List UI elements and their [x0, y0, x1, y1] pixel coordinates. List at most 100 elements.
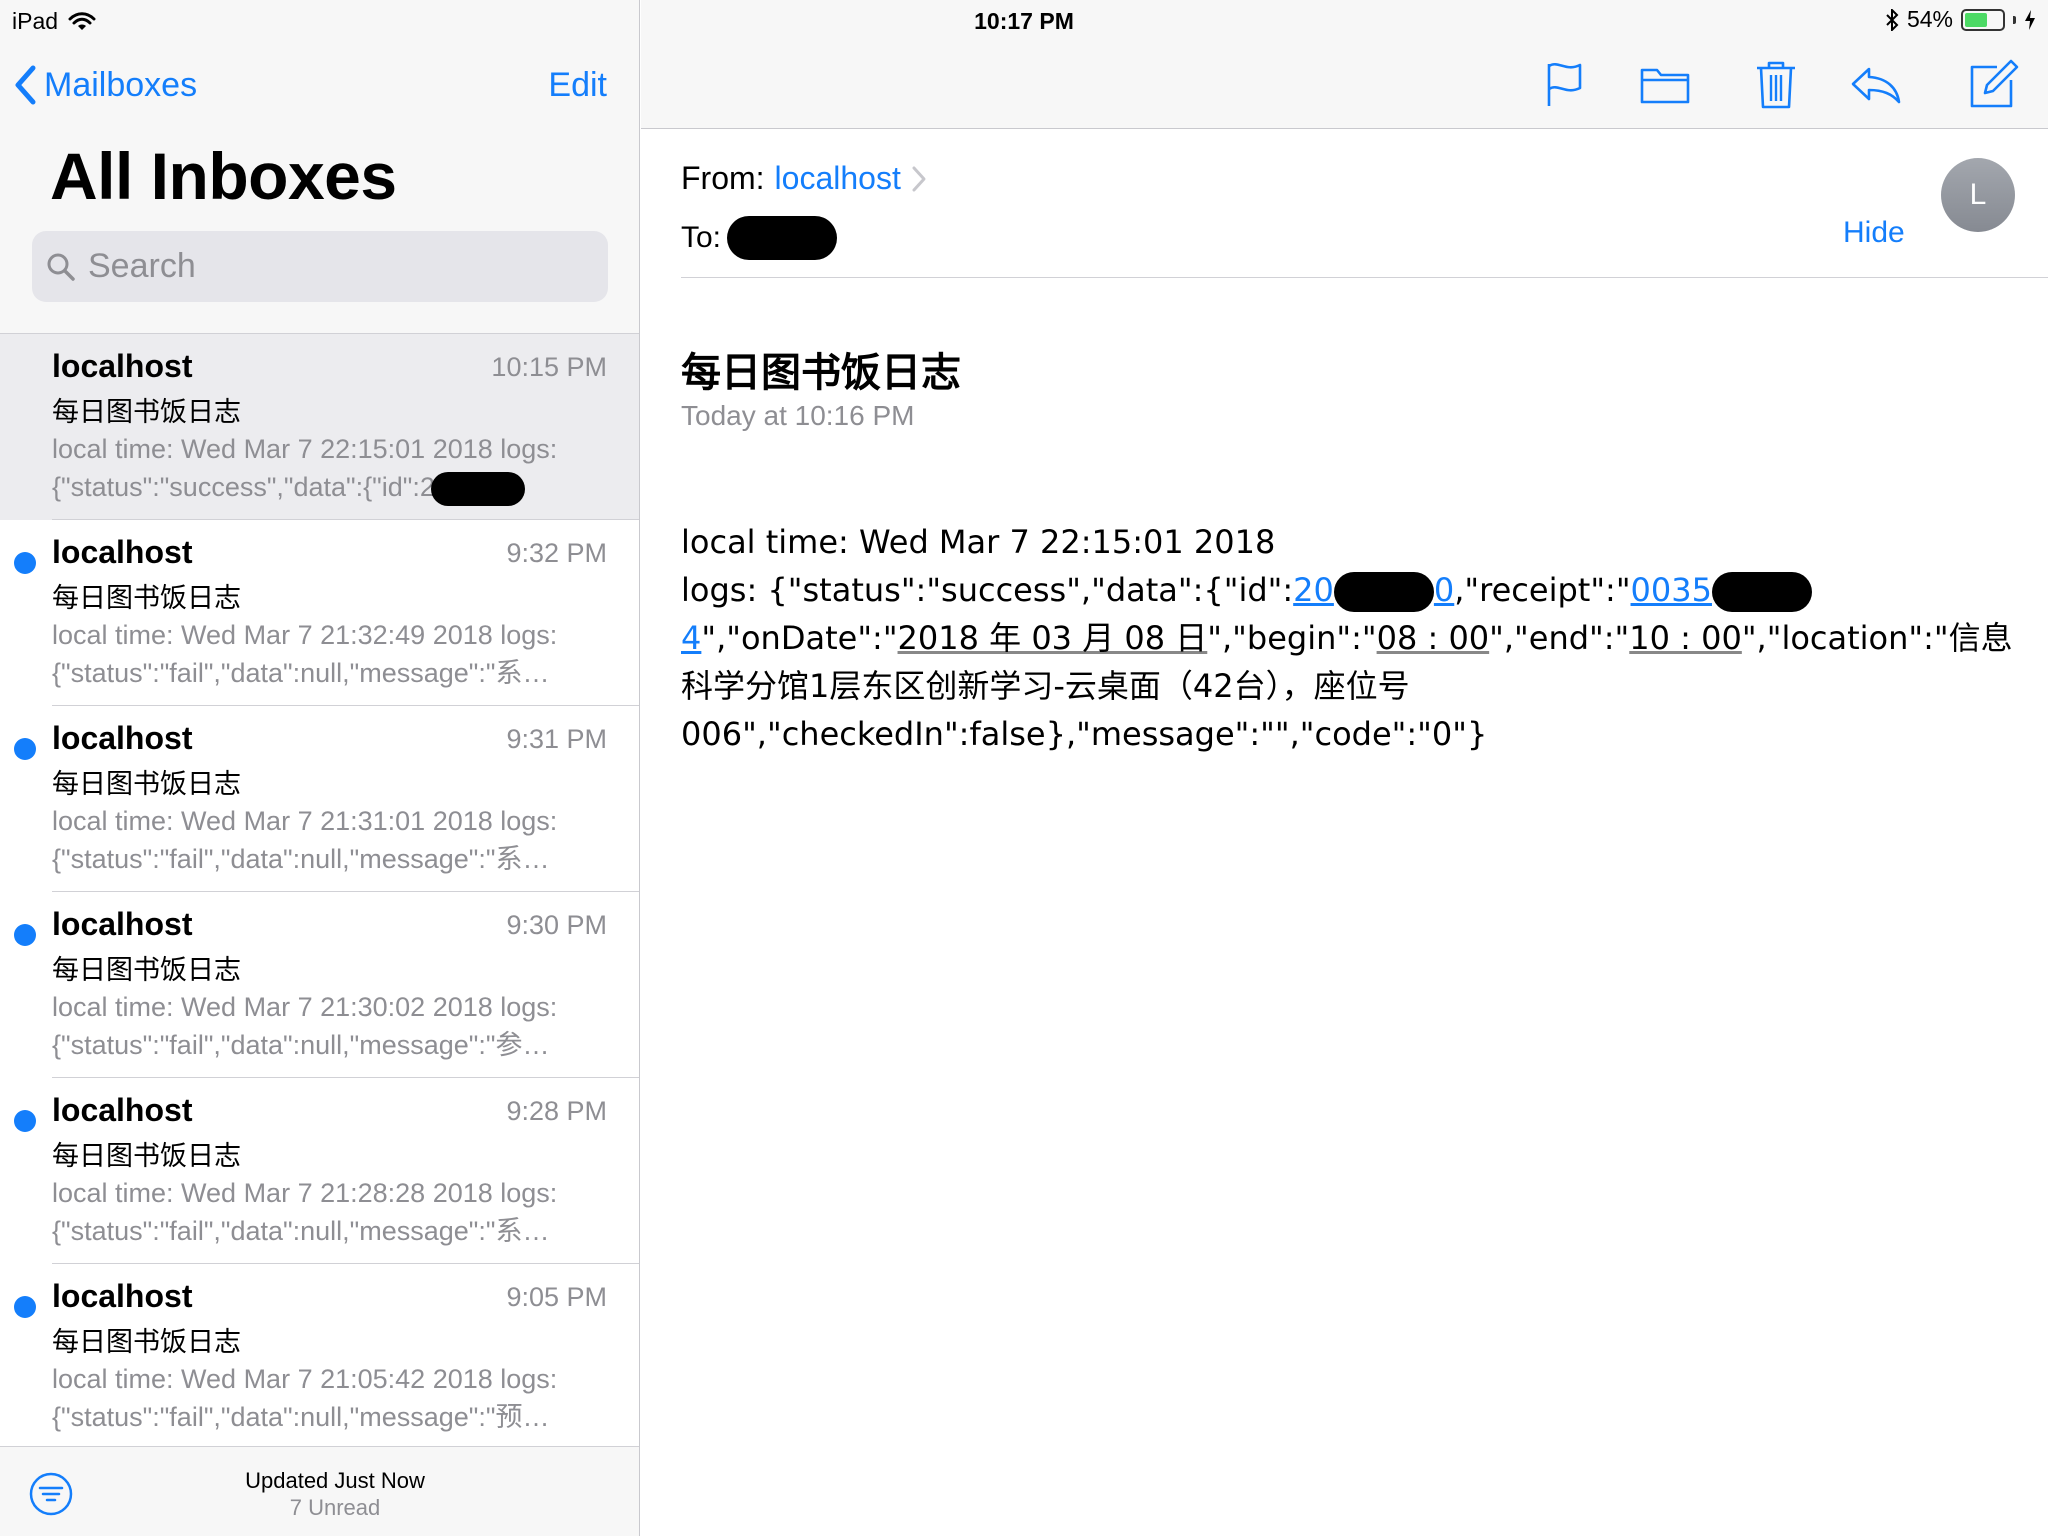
receipt-link-tail[interactable]: 4 — [681, 619, 701, 657]
status-bar: iPad 10:17 PM 54% — [0, 0, 2048, 42]
message-time: 9:30 PM — [506, 910, 607, 940]
redacted-receipt — [1711, 572, 1812, 612]
status-right: 54% — [1885, 6, 2036, 33]
message-time: 9:05 PM — [506, 1282, 607, 1312]
message-list: localhost 10:15 PM 每日图书饭日志 local time: Wed … — [0, 334, 639, 1450]
reply-icon — [1851, 67, 1901, 104]
ondate-value[interactable]: 2018 年 03 月 08 日 — [898, 619, 1208, 657]
preview-line: {"status":"fail","data":null,"message":"… — [52, 1026, 607, 1064]
footer-status: Updated Just Now 7 Unread — [0, 1467, 670, 1521]
list-item[interactable]: localhost 9:31 PM 每日图书饭日志 local time: Wed M… — [0, 706, 639, 892]
body-logs: logs: {"status":"success","data":{"id":2… — [681, 566, 2031, 758]
message-preview: local time: Wed Mar 7 21:05:42 2018 logs… — [52, 1360, 607, 1436]
message-time: 9:28 PM — [506, 1096, 607, 1126]
redacted-id — [1333, 572, 1434, 612]
flag-button[interactable] — [1536, 56, 1592, 112]
preview-line: local time: Wed Mar 7 21:30:02 2018 logs… — [52, 992, 558, 1022]
reply-button[interactable] — [1847, 56, 1903, 112]
from-label: From: — [681, 160, 765, 196]
move-to-folder-button[interactable] — [1637, 56, 1693, 112]
body-line-local-time: local time: Wed Mar 7 22:15:01 2018 — [681, 523, 1276, 561]
unread-indicator — [14, 1296, 36, 1318]
folder-icon — [1640, 68, 1690, 104]
redacted-id — [430, 471, 525, 506]
unread-indicator — [14, 1110, 36, 1132]
back-label: Mailboxes — [44, 65, 198, 104]
message-preview: local time: Wed Mar 7 21:32:49 2018 logs… — [52, 616, 607, 692]
message-time: 9:32 PM — [506, 538, 607, 568]
message-preview: local time: Wed Mar 7 21:28:28 2018 logs… — [52, 1174, 607, 1250]
message-preview: local time: Wed Mar 7 21:30:02 2018 logs… — [52, 988, 607, 1064]
preview-text: {"status":"success","data":{"id":2 — [52, 472, 435, 502]
list-item[interactable]: localhost 10:15 PM 每日图书饭日志 local time: Wed … — [0, 334, 639, 520]
message-body: local time: Wed Mar 7 22:15:01 2018 logs… — [681, 518, 2031, 758]
mailbox-list-pane: Mailboxes Edit All Inboxes localhost 10:1… — [0, 0, 640, 1536]
list-header: Mailboxes Edit All Inboxes — [0, 0, 639, 334]
updated-status: Updated Just Now — [245, 1468, 425, 1493]
unread-indicator — [14, 738, 36, 760]
id-link[interactable]: 20 — [1293, 571, 1334, 609]
page-title: All Inboxes — [50, 139, 397, 213]
search-input[interactable] — [88, 247, 588, 286]
chevron-right-icon — [912, 166, 926, 191]
message-subject: 每日图书饭日志 — [52, 583, 241, 614]
wifi-icon — [68, 11, 96, 30]
message-subject: 每日图书饭日志 — [52, 1327, 241, 1358]
chevron-left-icon — [15, 65, 36, 105]
preview-text: {"status":"fail","data":null,"message":"… — [52, 1216, 550, 1246]
preview-text: {"status":"fail","data":null,"message":"… — [52, 1030, 550, 1060]
preview-text: {"status":"fail","data":null,"message":"… — [52, 844, 550, 874]
battery-icon — [1961, 8, 2005, 31]
end-prefix: ","end":" — [1489, 619, 1630, 657]
preview-text: {"status":"fail","data":null,"message":"… — [52, 658, 550, 688]
receipt-link[interactable]: 0035 — [1631, 571, 1712, 609]
list-item[interactable]: localhost 9:30 PM 每日图书饭日志 local time: Wed M… — [0, 892, 639, 1078]
from-field: From: localhost — [681, 160, 927, 197]
message-preview: local time: Wed Mar 7 21:31:01 2018 logs… — [52, 802, 607, 878]
list-item[interactable]: localhost 9:05 PM 每日图书饭日志 local time: Wed M… — [0, 1264, 639, 1450]
message-date: Today at 10:16 PM — [681, 400, 915, 431]
unread-indicator — [14, 924, 36, 946]
redacted-recipient — [727, 216, 838, 260]
logs-prefix: logs: {"status":"success","data":{"id": — [681, 571, 1294, 609]
message-time: 9:31 PM — [506, 724, 607, 754]
mailboxes-back-button[interactable]: Mailboxes — [14, 60, 197, 110]
ondate-prefix: ","onDate":" — [701, 619, 898, 657]
message-sender: localhost — [52, 1278, 193, 1314]
preview-line: {"status":"fail","data":null,"message":"… — [52, 654, 607, 692]
trash-icon — [1757, 61, 1795, 109]
hide-details-button[interactable]: Hide — [1843, 216, 1905, 250]
preview-line: {"status":"success","data":{"id":2 — [52, 468, 607, 506]
compose-button[interactable] — [1965, 56, 2021, 112]
status-time: 10:17 PM — [974, 8, 1074, 34]
preview-line: local time: Wed Mar 7 21:32:49 2018 logs… — [52, 620, 558, 650]
preview-line: local time: Wed Mar 7 22:15:01 2018 logs… — [52, 434, 558, 464]
bluetooth-icon — [1886, 8, 1899, 31]
begin-prefix: ","begin":" — [1207, 619, 1377, 657]
battery-level — [1965, 12, 1987, 27]
begin-value[interactable]: 08 : 00 — [1377, 619, 1490, 657]
battery-percent: 54% — [1906, 6, 1953, 32]
end-value[interactable]: 10 : 00 — [1629, 619, 1742, 657]
status-left: iPad — [12, 8, 96, 35]
edit-button[interactable]: Edit — [548, 60, 607, 110]
sender-name[interactable]: localhost — [775, 160, 901, 197]
trash-button[interactable] — [1748, 56, 1804, 112]
id-link-tail[interactable]: 0 — [1434, 571, 1454, 609]
device-name: iPad — [12, 8, 59, 34]
message-subject: 每日图书饭日志 — [681, 350, 961, 396]
message-subject: 每日图书饭日志 — [52, 1141, 241, 1172]
preview-line: local time: Wed Mar 7 21:05:42 2018 logs… — [52, 1364, 558, 1394]
header-divider — [681, 277, 2048, 278]
list-item[interactable]: localhost 9:32 PM 每日图书饭日志 local time: Wed M… — [0, 520, 639, 706]
message-sender: localhost — [52, 720, 193, 756]
avatar[interactable]: L — [1941, 158, 2015, 232]
search-icon — [47, 253, 75, 281]
preview-line: local time: Wed Mar 7 21:31:01 2018 logs… — [52, 806, 558, 836]
message-time: 10:15 PM — [491, 352, 607, 382]
unread-count: 7 Unread — [289, 1495, 381, 1520]
message-subject: 每日图书饭日志 — [52, 769, 241, 800]
list-item[interactable]: localhost 9:28 PM 每日图书饭日志 local time: Wed M… — [0, 1078, 639, 1264]
search-bar[interactable] — [32, 231, 608, 302]
preview-line: local time: Wed Mar 7 21:28:28 2018 logs… — [52, 1178, 558, 1208]
